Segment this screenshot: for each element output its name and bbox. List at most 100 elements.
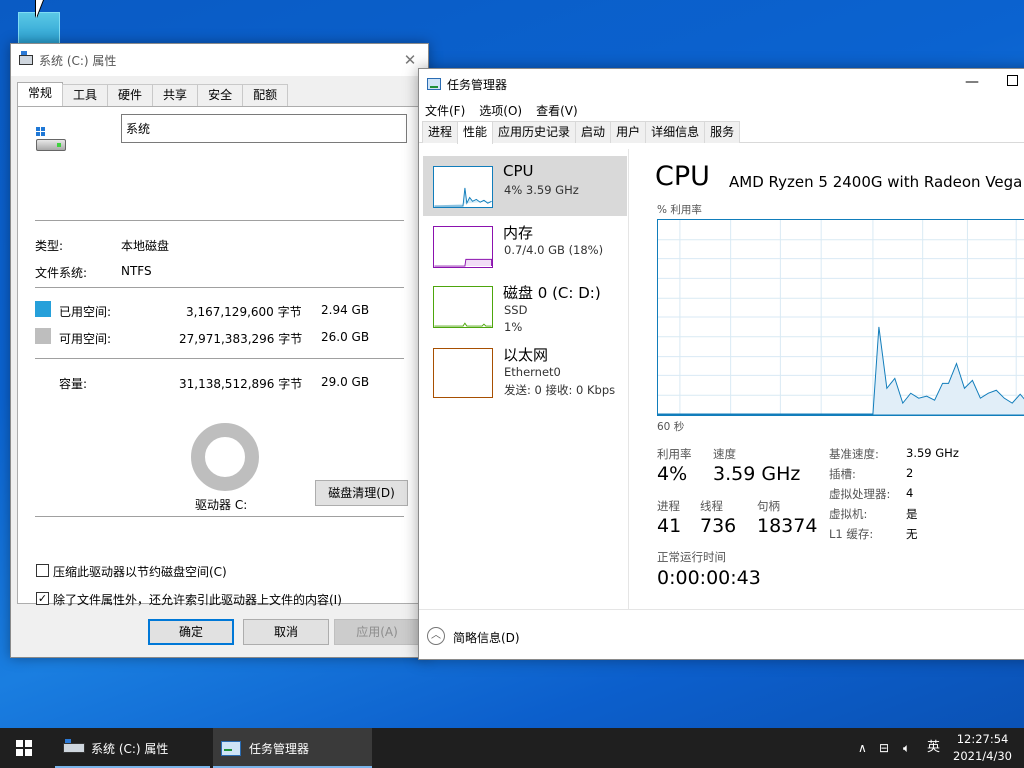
properties-tabs: 常规 工具 硬件 共享 安全 配额 bbox=[17, 82, 289, 106]
uptime-value: 0:00:00:43 bbox=[657, 567, 761, 589]
divider bbox=[35, 358, 404, 359]
ok-button[interactable]: 确定 bbox=[148, 619, 234, 645]
performance-sidebar: CPU 4% 3.59 GHz 内存 0.7/4.0 GB (18%) 磁盘 0… bbox=[419, 149, 629, 609]
tab-tools[interactable]: 工具 bbox=[62, 84, 109, 106]
compress-checkbox[interactable] bbox=[36, 564, 49, 577]
type-label: 类型: bbox=[35, 239, 64, 253]
used-space-label: 已用空间: bbox=[59, 305, 112, 319]
tab-processes[interactable]: 进程 bbox=[422, 121, 459, 143]
volume-icon[interactable]: 🔈︎ bbox=[903, 728, 910, 768]
tab-performance[interactable]: 性能 bbox=[457, 121, 494, 144]
ethernet-thumbnail-graph bbox=[433, 348, 493, 398]
tab-hardware[interactable]: 硬件 bbox=[107, 84, 154, 106]
properties-titlebar[interactable]: 系统 (C:) 属性 bbox=[11, 44, 428, 76]
sidebar-item-ethernet[interactable]: 以太网 Ethernet0 发送: 0 接收: 0 Kbps bbox=[423, 346, 627, 406]
disk-thumbnail-graph bbox=[433, 286, 493, 328]
capacity-size: 29.0 GB bbox=[321, 375, 370, 389]
free-space-swatch bbox=[35, 328, 51, 344]
menu-bar: 文件(F) 选项(O) 查看(V) bbox=[419, 99, 1024, 121]
drive-name-input[interactable] bbox=[121, 114, 407, 143]
cpu-thumbnail-graph bbox=[433, 166, 493, 208]
cpu-title: CPU bbox=[503, 162, 534, 180]
input-method-indicator[interactable]: 英 bbox=[927, 728, 940, 768]
cancel-button[interactable]: 取消 bbox=[243, 619, 329, 645]
ethernet-adapter: Ethernet0 bbox=[504, 365, 561, 379]
sidebar-item-cpu[interactable]: CPU 4% 3.59 GHz bbox=[423, 156, 627, 216]
l1-cache-label: L1 缓存: bbox=[829, 527, 874, 541]
handles-value: 18374 bbox=[757, 515, 818, 537]
drive-icon bbox=[19, 51, 33, 65]
sockets-value: 2 bbox=[906, 466, 914, 480]
utilization-value: 4% bbox=[657, 463, 688, 485]
close-icon[interactable]: ✕ bbox=[400, 50, 420, 70]
ethernet-title: 以太网 bbox=[503, 346, 549, 364]
speed-label: 速度 bbox=[713, 447, 736, 461]
tab-startup[interactable]: 启动 bbox=[575, 121, 612, 143]
threads-value: 736 bbox=[700, 515, 737, 537]
fewer-details-link[interactable]: 简略信息(D) bbox=[453, 629, 520, 646]
divider bbox=[35, 516, 404, 517]
tab-services[interactable]: 服务 bbox=[704, 121, 741, 143]
virtual-processors-label: 虚拟处理器: bbox=[829, 487, 891, 501]
drive-icon bbox=[63, 739, 85, 753]
base-speed-value: 3.59 GHz bbox=[906, 446, 959, 460]
task-manager-window: 任务管理器 — 文件(F) 选项(O) 查看(V) 进程 性能 应用历史记录 启… bbox=[418, 68, 1024, 660]
used-space-swatch bbox=[35, 301, 51, 317]
uptime-label: 正常运行时间 bbox=[657, 550, 726, 564]
sidebar-item-disk[interactable]: 磁盘 0 (C: D:) SSD 1% bbox=[423, 276, 627, 336]
system-clock[interactable]: 12:27:54 2021/4/30 bbox=[953, 731, 1012, 765]
network-icon[interactable]: ⊟ bbox=[879, 728, 889, 768]
capacity-label: 容量: bbox=[59, 377, 88, 391]
taskbar-item-label: 系统 (C:) 属性 bbox=[91, 741, 169, 756]
used-space-bytes: 3,167,129,600 字节 bbox=[186, 305, 302, 319]
sidebar-item-memory[interactable]: 内存 0.7/4.0 GB (18%) bbox=[423, 216, 627, 276]
task-manager-titlebar[interactable]: 任务管理器 bbox=[419, 69, 1024, 99]
handles-label: 句柄 bbox=[757, 499, 780, 513]
memory-thumbnail-graph bbox=[433, 226, 493, 268]
tab-quota[interactable]: 配额 bbox=[242, 84, 289, 106]
maximize-icon[interactable] bbox=[1007, 75, 1018, 86]
taskbar-item-properties[interactable]: 系统 (C:) 属性 bbox=[55, 728, 210, 768]
cpu-heading: CPU bbox=[655, 161, 710, 192]
index-checkbox[interactable]: ✓ bbox=[36, 592, 49, 605]
properties-title: 系统 (C:) 属性 bbox=[39, 53, 117, 68]
cpu-summary: 4% 3.59 GHz bbox=[504, 183, 579, 197]
chevron-up-icon[interactable]: ∧ bbox=[858, 728, 867, 768]
clock-time: 12:27:54 bbox=[956, 732, 1009, 746]
drive-properties-window: 系统 (C:) 属性 ✕ 常规 工具 硬件 共享 安全 配额 类型: 本地磁盘 … bbox=[10, 43, 429, 658]
free-space-size: 26.0 GB bbox=[321, 330, 370, 344]
donut-free-segment bbox=[191, 423, 259, 491]
virtual-processors-value: 4 bbox=[906, 486, 914, 500]
general-panel: 类型: 本地磁盘 文件系统: NTFS 已用空间: 3,167,129,600 … bbox=[17, 106, 422, 607]
tab-users[interactable]: 用户 bbox=[610, 121, 647, 143]
chevron-up-icon[interactable]: ︿ bbox=[427, 627, 445, 645]
cpu-model: AMD Ryzen 5 2400G with Radeon Vega bbox=[729, 173, 1023, 191]
tab-app-history[interactable]: 应用历史记录 bbox=[492, 121, 577, 143]
apply-button[interactable]: 应用(A) bbox=[334, 619, 420, 645]
type-value: 本地磁盘 bbox=[121, 239, 170, 253]
drive-large-icon bbox=[36, 139, 66, 151]
l1-cache-value: 无 bbox=[906, 527, 918, 541]
start-button-icon[interactable] bbox=[16, 740, 32, 756]
divider bbox=[35, 220, 404, 221]
speed-value: 3.59 GHz bbox=[713, 463, 801, 485]
disk-title: 磁盘 0 (C: D:) bbox=[503, 284, 601, 302]
tab-sharing[interactable]: 共享 bbox=[152, 84, 199, 106]
processes-label: 进程 bbox=[657, 499, 680, 513]
filesystem-label: 文件系统: bbox=[35, 266, 88, 280]
menu-view[interactable]: 查看(V) bbox=[536, 102, 578, 119]
disk-cleanup-button[interactable]: 磁盘清理(D) bbox=[315, 480, 408, 506]
cpu-usage-line bbox=[658, 326, 1024, 415]
menu-file[interactable]: 文件(F) bbox=[425, 102, 465, 119]
tab-security[interactable]: 安全 bbox=[197, 84, 244, 106]
minimize-icon[interactable]: — bbox=[965, 74, 979, 90]
taskbar-item-label: 任务管理器 bbox=[249, 741, 310, 756]
tab-details[interactable]: 详细信息 bbox=[645, 121, 706, 143]
utilization-label: 利用率 bbox=[657, 447, 692, 461]
taskbar-item-task-manager[interactable]: 任务管理器 bbox=[213, 728, 372, 768]
virtual-machine-value: 是 bbox=[906, 507, 918, 521]
memory-title: 内存 bbox=[503, 224, 534, 242]
tab-general[interactable]: 常规 bbox=[17, 82, 64, 106]
ethernet-throughput: 发送: 0 接收: 0 Kbps bbox=[504, 383, 616, 397]
menu-options[interactable]: 选项(O) bbox=[479, 102, 522, 119]
